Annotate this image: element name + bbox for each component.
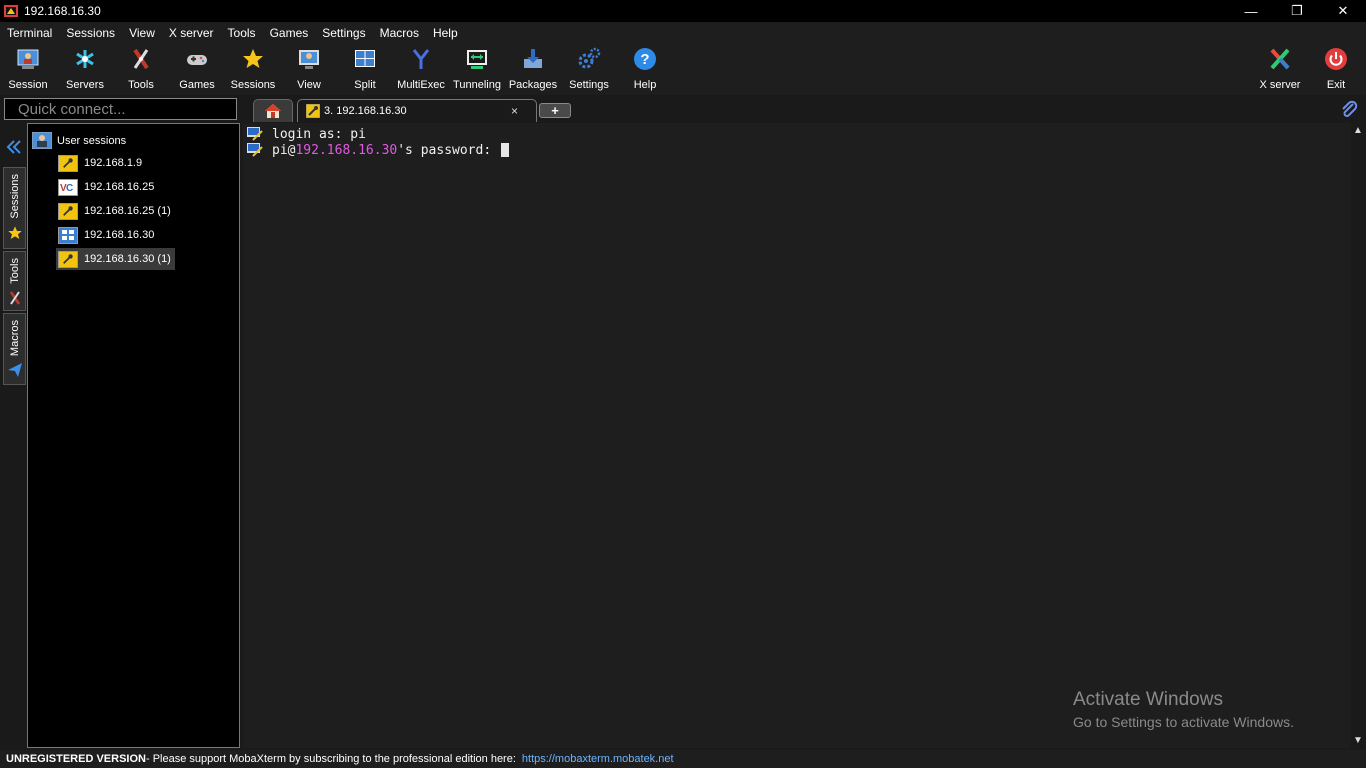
support-text: - Please support MobaXterm by subscribin… bbox=[145, 753, 516, 765]
menu-terminal[interactable]: Terminal bbox=[7, 26, 52, 40]
session-button[interactable]: Session bbox=[0, 46, 56, 92]
quick-connect-input[interactable] bbox=[4, 98, 237, 120]
xserver-icon bbox=[1267, 46, 1293, 72]
ssh-key-icon bbox=[58, 154, 78, 172]
exit-button[interactable]: Exit bbox=[1308, 46, 1364, 92]
multiexec-button[interactable]: MultiExec bbox=[393, 46, 449, 92]
tab-bar: 3. 192.168.16.30 × + bbox=[243, 98, 1366, 122]
tab-session-192-168-16-30[interactable]: 3. 192.168.16.30 × bbox=[297, 99, 537, 122]
title-bar: 192.168.16.30 — ❐ ✕ bbox=[0, 0, 1366, 22]
minimize-button[interactable]: — bbox=[1228, 0, 1274, 22]
sessions-button[interactable]: Sessions bbox=[225, 46, 281, 92]
session-item-192-168-1-9[interactable]: 192.168.1.9 bbox=[56, 152, 146, 174]
menu-macros[interactable]: Macros bbox=[380, 26, 419, 40]
session-item-192-168-16-30-1[interactable]: 192.168.16.30 (1) bbox=[56, 248, 175, 270]
scroll-down-icon[interactable]: ▼ bbox=[1353, 735, 1363, 746]
star-icon bbox=[240, 46, 266, 72]
split-button[interactable]: Split bbox=[337, 46, 393, 92]
menu-view[interactable]: View bbox=[129, 26, 155, 40]
collapse-icon[interactable] bbox=[6, 139, 22, 155]
svg-text:C: C bbox=[66, 183, 73, 194]
tunneling-icon bbox=[464, 46, 490, 72]
session-item-192-168-16-30[interactable]: 192.168.16.30 bbox=[56, 224, 158, 246]
tunneling-button[interactable]: Tunneling bbox=[449, 46, 505, 92]
games-button[interactable]: Games bbox=[169, 46, 225, 92]
tools-icon bbox=[128, 46, 154, 72]
tools-icon bbox=[9, 290, 20, 305]
multiexec-icon bbox=[408, 46, 434, 72]
menu-games[interactable]: Games bbox=[270, 26, 309, 40]
ssh-key-icon bbox=[306, 104, 320, 118]
session-item-192-168-16-25[interactable]: VC 192.168.16.25 bbox=[56, 176, 158, 198]
restore-button[interactable]: ❐ bbox=[1274, 0, 1320, 22]
gamepad-icon bbox=[184, 46, 210, 72]
rdp-icon bbox=[58, 226, 78, 244]
ssh-key-icon bbox=[58, 202, 78, 220]
settings-button[interactable]: Settings bbox=[561, 46, 617, 92]
putty-icon bbox=[247, 127, 263, 141]
user-folder-icon bbox=[32, 132, 52, 149]
activate-windows-watermark: Activate Windows Go to Settings to activ… bbox=[1073, 689, 1294, 730]
terminal-cursor bbox=[500, 143, 509, 157]
home-tab[interactable] bbox=[253, 99, 293, 122]
sidetab-macros[interactable]: Macros bbox=[3, 313, 26, 385]
user-sessions-folder[interactable]: User sessions bbox=[32, 132, 126, 149]
menu-bar: Terminal Sessions View X server Tools Ga… bbox=[0, 22, 1366, 43]
scroll-up-icon[interactable]: ▲ bbox=[1353, 125, 1363, 136]
session-icon bbox=[15, 46, 41, 72]
gear-icon bbox=[576, 46, 602, 72]
help-button[interactable]: ? Help bbox=[617, 46, 673, 92]
svg-text:?: ? bbox=[640, 51, 649, 68]
plus-icon: + bbox=[551, 103, 559, 118]
star-icon bbox=[7, 225, 22, 239]
terminal-scrollbar[interactable]: ▲ ▼ bbox=[1351, 123, 1366, 748]
vnc-icon: VC bbox=[58, 178, 78, 196]
menu-sessions[interactable]: Sessions bbox=[66, 26, 115, 40]
paperclip-icon[interactable] bbox=[1340, 100, 1358, 120]
send-icon bbox=[7, 363, 22, 378]
window-title: 192.168.16.30 bbox=[24, 4, 101, 18]
close-button[interactable]: ✕ bbox=[1320, 0, 1366, 22]
session-item-192-168-16-25-1[interactable]: 192.168.16.25 (1) bbox=[56, 200, 175, 222]
new-tab-button[interactable]: + bbox=[539, 103, 571, 118]
servers-button[interactable]: Servers bbox=[57, 46, 113, 92]
split-icon bbox=[352, 46, 378, 72]
terminal-line: login as: pi bbox=[247, 126, 366, 142]
packages-icon bbox=[520, 46, 546, 72]
sidetab-tools[interactable]: Tools bbox=[3, 251, 26, 311]
terminal-line: pi@ 192.168.16.30's password: bbox=[247, 142, 509, 158]
menu-help[interactable]: Help bbox=[433, 26, 458, 40]
unregistered-label: UNREGISTERED VERSION bbox=[6, 753, 146, 765]
power-icon bbox=[1323, 46, 1349, 72]
toolbar: Session Servers Tools Games Sessions Vie… bbox=[0, 43, 1366, 95]
putty-icon bbox=[247, 143, 263, 157]
tools-button[interactable]: Tools bbox=[113, 46, 169, 92]
terminal-host: 192.168.16.30 bbox=[295, 142, 398, 158]
xserver-button[interactable]: X server bbox=[1252, 46, 1308, 92]
mobatek-link[interactable]: https://mobaxterm.mobatek.net bbox=[522, 753, 674, 765]
sidetab-sessions[interactable]: Sessions bbox=[3, 167, 26, 249]
home-icon bbox=[265, 104, 281, 118]
servers-icon bbox=[72, 46, 98, 72]
ssh-key-icon bbox=[58, 250, 78, 268]
mobaxterm-icon bbox=[4, 5, 18, 17]
menu-xserver[interactable]: X server bbox=[169, 26, 214, 40]
side-tab-strip: Sessions Tools Macros bbox=[0, 123, 27, 748]
view-button[interactable]: View bbox=[281, 46, 337, 92]
packages-button[interactable]: Packages bbox=[505, 46, 561, 92]
help-icon: ? bbox=[632, 46, 658, 72]
view-icon bbox=[296, 46, 322, 72]
status-bar: UNREGISTERED VERSION - Please support Mo… bbox=[0, 750, 1366, 768]
menu-settings[interactable]: Settings bbox=[322, 26, 365, 40]
tab-close-icon[interactable]: × bbox=[511, 104, 518, 118]
terminal-area[interactable]: login as: pi pi@ 192.168.16.30's password… bbox=[243, 123, 1351, 748]
sessions-tree-panel: User sessions 192.168.1.9 VC 192.168.16.… bbox=[27, 123, 240, 748]
tab-label: 3. 192.168.16.30 bbox=[324, 105, 407, 117]
menu-tools[interactable]: Tools bbox=[228, 26, 256, 40]
